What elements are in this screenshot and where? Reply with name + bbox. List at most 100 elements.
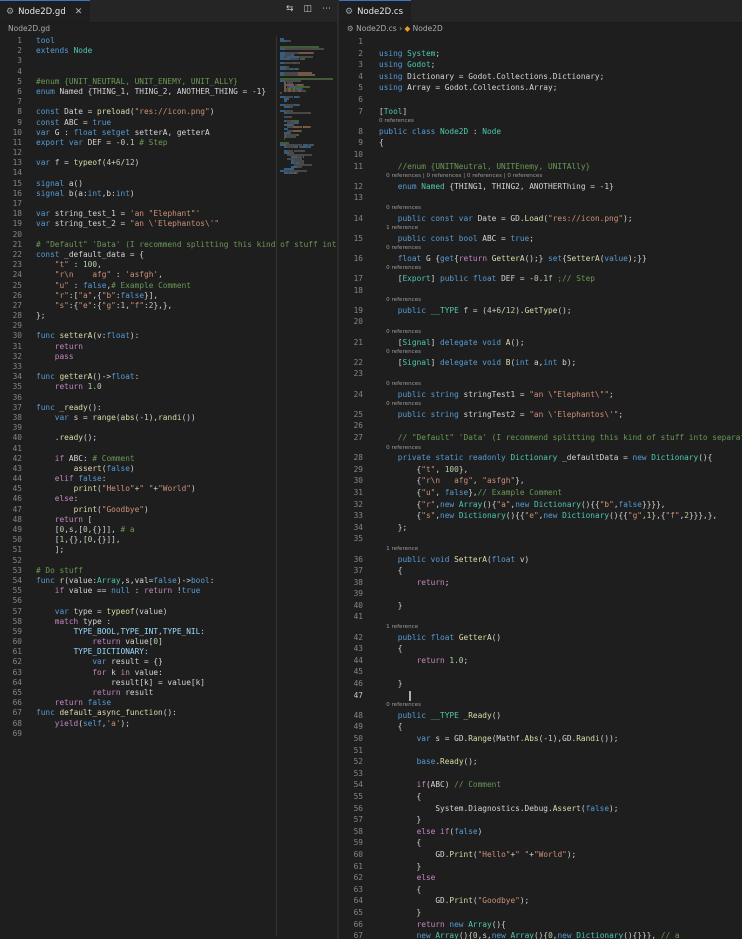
tab-node2d-cs[interactable]: ⚙ Node2D.cs — [339, 0, 412, 22]
csharp-code-area[interactable]: 1 2 using System; 3 using Godot; 4 using Dicti… — [339, 36, 742, 939]
code-line[interactable]: 52 base.Ready(); — [339, 756, 742, 768]
code-line[interactable]: 30 {"r\n afg", "asfgh"}, — [339, 475, 742, 487]
codelens-references[interactable]: 1 reference — [339, 545, 742, 554]
code-line[interactable]: 40 } — [339, 600, 742, 612]
code-line[interactable]: 20 — [339, 316, 742, 328]
code-line[interactable]: 11 //enum {UNITNeutral, UNITEnemy, UNITA… — [339, 161, 742, 173]
code-line[interactable]: 38 return; — [339, 577, 742, 589]
code-line[interactable]: 28 private static readonly Dictionary _d… — [339, 452, 742, 464]
codelens-text[interactable]: 0 references — [379, 348, 421, 357]
codelens-text[interactable]: 0 references — [379, 204, 421, 213]
codelens-text[interactable]: 0 references — [379, 400, 421, 409]
codelens-text[interactable]: 0 references — [379, 244, 421, 253]
code-line[interactable]: 34 }; — [339, 522, 742, 534]
codelens-text[interactable]: 0 references — [379, 296, 421, 305]
code-line[interactable]: 54 if(ABC) // Comment — [339, 779, 742, 791]
code-line[interactable]: 42 public float GetterA() — [339, 632, 742, 644]
code-line[interactable]: 16 float G {get{return GetterA();} set{S… — [339, 253, 742, 265]
compare-icon[interactable]: ⇆ — [286, 4, 294, 14]
code-line[interactable]: 36 public void SetterA(float v) — [339, 554, 742, 566]
code-line[interactable]: 49 { — [339, 721, 742, 733]
code-line[interactable]: 59 { — [339, 837, 742, 849]
codelens-references[interactable]: 1 reference — [339, 623, 742, 632]
code-line[interactable]: 33 {"s",new Dictionary(){{"e",new Dictio… — [339, 510, 742, 522]
code-line[interactable]: 37 { — [339, 565, 742, 577]
more-actions-icon[interactable]: ⋯ — [322, 4, 331, 14]
codelens-references[interactable]: 0 references — [339, 296, 742, 305]
code-line[interactable]: 23 — [339, 368, 742, 380]
codelens-references[interactable]: 1 reference — [339, 224, 742, 233]
codelens-references[interactable]: 0 references | 0 references | 0 referenc… — [339, 172, 742, 181]
code-line[interactable]: 3 using Godot; — [339, 59, 742, 71]
code-line[interactable]: 65 } — [339, 907, 742, 919]
code-line[interactable]: 67 new Array(){0,s,new Array(){0,new Dic… — [339, 930, 742, 939]
codelens-references[interactable]: 0 references — [339, 117, 742, 126]
code-line[interactable]: 10 — [339, 149, 742, 161]
split-editor-icon[interactable]: ◫ — [303, 4, 312, 14]
codelens-references[interactable]: 0 references — [339, 348, 742, 357]
code-line[interactable]: 50 var s = GD.Range(Mathf.Abs(-1),GD.Ran… — [339, 733, 742, 745]
codelens-text[interactable]: 0 references — [379, 701, 421, 710]
codelens-text[interactable]: 0 references — [379, 444, 421, 453]
code-line[interactable]: 22 [Signal] delegate void B(int a,int b)… — [339, 357, 742, 369]
code-line[interactable]: 14 public const var Date = GD.Load("res:… — [339, 213, 742, 225]
codelens-text[interactable]: 0 references — [379, 380, 421, 389]
code-line[interactable]: 12 enum Named {THING1, THING2, ANOTHERTh… — [339, 181, 742, 193]
code-line[interactable]: 1 — [339, 36, 742, 48]
code-line[interactable]: 46 } — [339, 678, 742, 690]
breadcrumb-file[interactable]: Node2D.cs — [356, 24, 397, 33]
code-line[interactable]: 31 {"u", false},// Example Comment — [339, 487, 742, 499]
current-code-line[interactable]: 47 — [339, 690, 742, 702]
code-line[interactable]: 61 } — [339, 861, 742, 873]
codelens-text[interactable]: 1 reference — [379, 623, 418, 632]
codelens-references[interactable]: 0 references — [339, 264, 742, 273]
code-line[interactable]: 32 {"r",new Array(){"a",new Dictionary()… — [339, 499, 742, 511]
code-line[interactable]: 9{ — [339, 137, 742, 149]
codelens-text[interactable]: 1 reference — [379, 224, 418, 233]
code-line[interactable]: 4 using Dictionary = Godot.Collections.Di… — [339, 71, 742, 83]
codelens-references[interactable]: 0 references — [339, 328, 742, 337]
code-line[interactable]: 7 [Tool] — [339, 106, 742, 118]
tab-node2d-gd[interactable]: ⚙ Node2D.gd ✕ — [0, 0, 91, 22]
code-line[interactable]: 2 using System; — [339, 48, 742, 60]
code-line[interactable]: 24 public string stringTest1 = "an \"Ele… — [339, 389, 742, 401]
code-line[interactable]: 43 { — [339, 643, 742, 655]
codelens-text[interactable]: 1 reference — [379, 545, 418, 554]
code-line[interactable]: 6 — [339, 94, 742, 106]
code-line[interactable]: 57 } — [339, 814, 742, 826]
code-line[interactable]: 8 public class Node2D : Node — [339, 126, 742, 138]
code-line[interactable]: 60 GD.Print("Hello"+" "+"World"); — [339, 849, 742, 861]
codelens-references[interactable]: 0 references — [339, 701, 742, 710]
code-line[interactable]: 26 — [339, 420, 742, 432]
code-line[interactable]: 29 {"t", 100}, — [339, 464, 742, 476]
codelens-references[interactable]: 0 references — [339, 380, 742, 389]
code-line[interactable]: 45 — [339, 666, 742, 678]
code-line[interactable]: 53 — [339, 768, 742, 780]
breadcrumb-symbol[interactable]: Node2D — [413, 24, 443, 33]
code-line[interactable]: 66 return new Array(){ — [339, 919, 742, 931]
close-icon[interactable]: ✕ — [75, 7, 83, 17]
code-line[interactable]: 62 else — [339, 872, 742, 884]
code-line[interactable]: 63 { — [339, 884, 742, 896]
code-line[interactable]: 13 — [339, 192, 742, 204]
codelens-references[interactable]: 0 references — [339, 400, 742, 409]
code-line[interactable]: 27 // "Default" 'Data' (I recommend spli… — [339, 432, 742, 444]
codelens-text[interactable]: 0 references — [379, 264, 421, 273]
code-line[interactable]: 56 System.Diagnostics.Debug.Assert(false… — [339, 803, 742, 815]
codelens-text[interactable]: 0 references — [379, 117, 414, 126]
code-line[interactable]: 15 public const bool ABC = true; — [339, 233, 742, 245]
codelens-text[interactable]: 0 references — [379, 328, 421, 337]
code-line[interactable]: 58 else if(false) — [339, 826, 742, 838]
code-line[interactable]: 41 — [339, 611, 742, 623]
codelens-text[interactable]: 0 references | 0 references | 0 referenc… — [379, 172, 542, 181]
code-line[interactable]: 44 return 1.0; — [339, 655, 742, 667]
code-line[interactable]: 35 — [339, 533, 742, 545]
code-line[interactable]: 19 public __TYPE f = (4+6/12).GetType(); — [339, 305, 742, 317]
code-line[interactable]: 39 — [339, 588, 742, 600]
code-line[interactable]: 17 [Export] public float DEF = -0.1f ;//… — [339, 273, 742, 285]
code-line[interactable]: 21 [Signal] delegate void A(); — [339, 337, 742, 349]
codelens-references[interactable]: 0 references — [339, 204, 742, 213]
codelens-references[interactable]: 0 references — [339, 444, 742, 453]
code-line[interactable]: 5 using Array = Godot.Collections.Array; — [339, 82, 742, 94]
code-line[interactable]: 51 — [339, 745, 742, 757]
